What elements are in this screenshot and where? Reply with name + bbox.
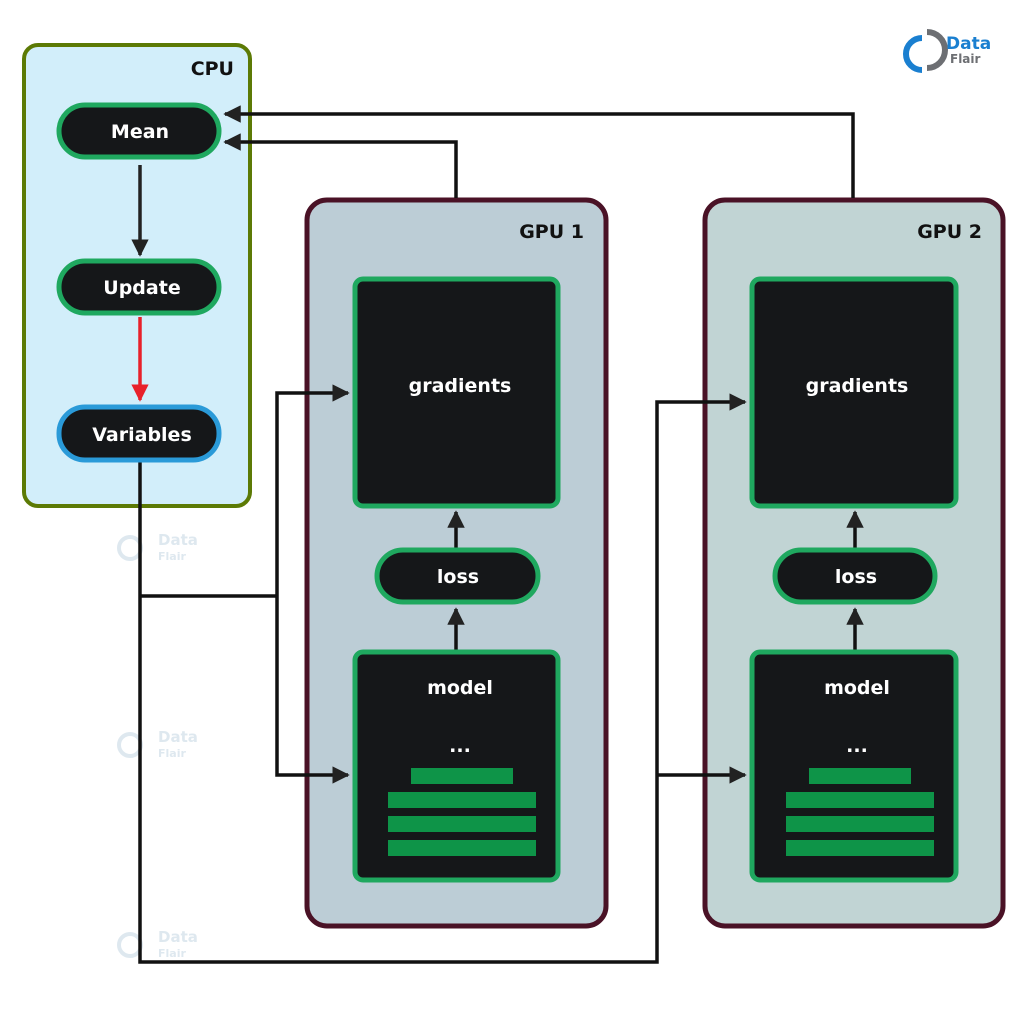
model-layer [388, 816, 536, 832]
watermark: DataFlair [117, 928, 198, 960]
watermark: DataFlair [117, 531, 198, 563]
svg-text:model: model [824, 677, 890, 699]
model-layer [786, 792, 934, 808]
svg-text:gradients: gradients [806, 375, 909, 397]
svg-text:Update: Update [103, 277, 180, 299]
gpu2-title: GPU 2 [917, 221, 982, 243]
model-layer [786, 840, 934, 856]
gpu2-gradients-block: gradients [749, 276, 959, 509]
variables-node: Variables [56, 404, 222, 463]
svg-text:Flair: Flair [950, 52, 981, 66]
model-layer [388, 840, 536, 856]
svg-text:Mean: Mean [111, 121, 169, 143]
svg-text:Data: Data [158, 728, 198, 746]
diagram-canvas: DataFlair DataFlair DataFlair Data Flair… [22, 29, 1006, 964]
svg-text:Flair: Flair [158, 550, 186, 563]
svg-text:Data: Data [158, 531, 198, 549]
gpu1-loss-node: loss [374, 547, 541, 605]
ellipsis: ... [846, 735, 868, 757]
svg-text:Flair: Flair [158, 947, 186, 960]
svg-text:loss: loss [835, 566, 877, 588]
ellipsis: ... [449, 735, 471, 757]
update-node: Update [56, 258, 222, 316]
model-layer [411, 768, 513, 784]
svg-text:model: model [427, 677, 493, 699]
svg-text:gradients: gradients [409, 375, 512, 397]
model-layer [786, 816, 934, 832]
dataflair-logo: Data Flair [903, 29, 991, 73]
svg-text:Data: Data [946, 34, 991, 54]
gpu2-loss-node: loss [772, 547, 938, 605]
gpu1-model-block: model ... [352, 649, 561, 883]
gpu1-gradients-block: gradients [352, 276, 561, 509]
svg-text:Data: Data [158, 928, 198, 946]
svg-text:Flair: Flair [158, 747, 186, 760]
gpu1-title: GPU 1 [519, 221, 584, 243]
gpu1-to-mean-arrow [223, 133, 458, 198]
gpu2-to-mean-arrow [223, 105, 855, 198]
cpu-title: CPU [191, 58, 234, 80]
gpu2-model-block: model ... [749, 649, 959, 883]
svg-text:Variables: Variables [92, 424, 192, 446]
model-layer [388, 792, 536, 808]
svg-text:loss: loss [437, 566, 479, 588]
watermark: DataFlair [117, 728, 198, 760]
model-layer [809, 768, 911, 784]
mean-node: Mean [56, 102, 222, 160]
